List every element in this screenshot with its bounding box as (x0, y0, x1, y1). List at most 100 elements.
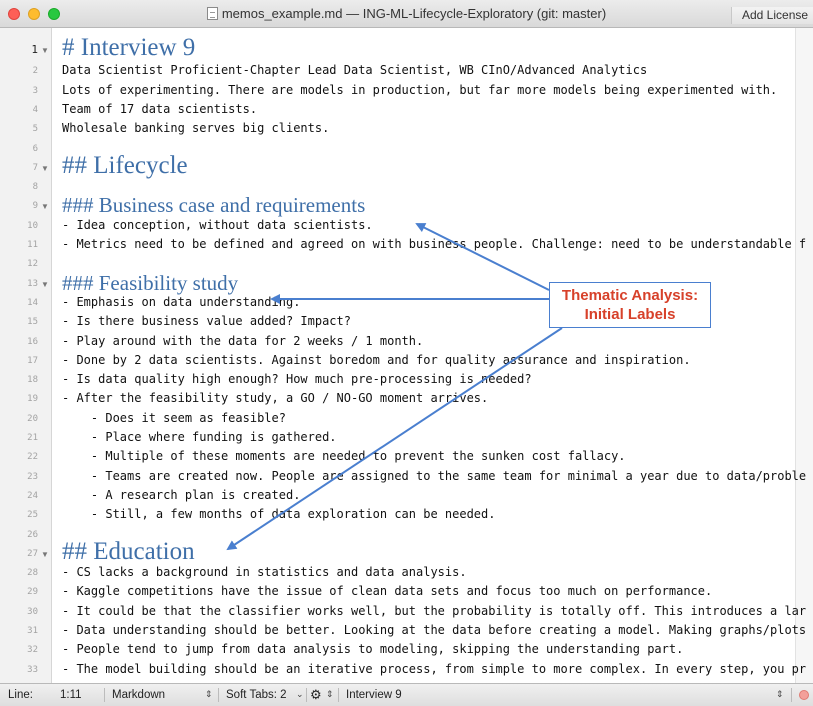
editor-line[interactable]: 17▼- Done by 2 data scientists. Against … (0, 351, 813, 370)
editor-line[interactable]: 5▼Wholesale banking serves big clients. (0, 119, 813, 138)
line-number: 13 (27, 278, 38, 289)
editor-area[interactable]: 1▼# Interview 92▼Data Scientist Proficie… (0, 28, 813, 683)
fold-toggle-icon[interactable]: ▼ (41, 46, 49, 55)
symbol-selector[interactable]: Interview 9 (346, 689, 402, 701)
line-text: ## Education (62, 537, 195, 565)
editor-line[interactable]: 24▼ - A research plan is created. (0, 486, 813, 505)
separator (218, 688, 219, 702)
line-text: - Data understanding should be better. L… (62, 623, 807, 637)
window-title: memos_example.md — ING-ML-Lifecycle-Expl… (221, 6, 607, 21)
line-number: 20 (27, 413, 38, 424)
window-titlebar: memos_example.md — ING-ML-Lifecycle-Expl… (0, 0, 813, 28)
line-number: 21 (27, 433, 38, 443)
line-number: 4 (32, 104, 38, 115)
line-number: 22 (27, 452, 38, 463)
gear-icon[interactable]: ⚙ (310, 687, 322, 703)
line-number: 2 (32, 66, 38, 77)
line-number: 26 (27, 529, 38, 540)
line-text: Lots of experimenting. There are models … (62, 82, 778, 97)
separator (791, 688, 792, 702)
line-text: - Teams are created now. People are assi… (62, 468, 807, 483)
line-number: 28 (27, 568, 38, 579)
macro-record-icon[interactable] (799, 690, 809, 700)
chevron-updown-icon[interactable]: ⇕ (326, 689, 334, 700)
editor-line[interactable]: 22▼ - Multiple of these moments are need… (0, 447, 813, 466)
line-text: - Is data quality high enough? How much … (62, 372, 532, 387)
line-text: - Emphasis on data understanding. (62, 294, 301, 309)
editor-line[interactable]: 2▼Data Scientist Proficient-Chapter Lead… (0, 61, 813, 80)
editor-line[interactable]: 19▼- After the feasibility study, a GO /… (0, 389, 813, 408)
line-number: 9 (32, 201, 38, 212)
line-number: 10 (27, 220, 38, 231)
line-number: 25 (27, 510, 38, 521)
line-number: 7 (32, 162, 38, 173)
chevron-updown-icon[interactable]: ⇕ (205, 689, 213, 700)
fold-toggle-icon[interactable]: ▼ (41, 164, 49, 173)
chevron-updown-icon[interactable]: ⇕ (776, 689, 784, 700)
editor-line[interactable]: 29▼- Kaggle competitions have the issue … (0, 582, 813, 601)
editor-line[interactable]: 16▼- Play around with the data for 2 wee… (0, 332, 813, 351)
line-text: - After the feasibility study, a GO / NO… (62, 391, 489, 406)
line-number: 23 (27, 471, 38, 482)
editor-line[interactable]: 25▼ - Still, a few months of data explor… (0, 505, 813, 524)
soft-tabs-label: Soft Tabs: (226, 689, 277, 701)
callout-line-1: Thematic Analysis: (561, 287, 699, 304)
status-bar: Line: 1:11 Markdown ⇕ Soft Tabs: 2 ⌄ ⚙ ⇕… (0, 683, 813, 706)
line-text: - Play around with the data for 2 weeks … (62, 333, 424, 348)
editor-line[interactable]: 21▼ - Place where funding is gathered. (0, 428, 813, 447)
line-text: - Multiple of these moments are needed t… (62, 449, 626, 464)
editor-line[interactable]: 23▼ - Teams are created now. People are … (0, 467, 813, 486)
line-number: 5 (32, 124, 38, 135)
line-number: 17 (27, 355, 38, 366)
line-number: 3 (32, 85, 38, 96)
editor-line[interactable]: 28▼- CS lacks a background in statistics… (0, 563, 813, 582)
editor-line[interactable]: 33▼- The model building should be an ite… (0, 660, 813, 679)
chevron-down-icon[interactable]: ⌄ (296, 689, 304, 700)
line-number: 12 (27, 259, 38, 270)
editor-line[interactable]: 3▼Lots of experimenting. There are model… (0, 81, 813, 100)
window-title-area: memos_example.md — ING-ML-Lifecycle-Expl… (0, 6, 813, 21)
line-number: 31 (27, 626, 38, 636)
editor-line[interactable]: 11▼- Metrics need to be defined and agre… (0, 235, 813, 254)
separator (338, 688, 339, 702)
editor-line[interactable]: 31▼- Data understanding should be better… (0, 621, 813, 640)
line-number: 1 (31, 43, 38, 56)
editor-line[interactable]: 32▼- People tend to jump from data analy… (0, 640, 813, 659)
thematic-analysis-callout: Thematic Analysis: Initial Labels (549, 282, 711, 328)
line-number: 32 (27, 645, 38, 656)
heading-line[interactable]: 27 ▼ ## Education (0, 538, 813, 565)
line-text: - A research plan is created. (62, 487, 301, 502)
heading-line[interactable]: 7 ▼ ## Lifecycle (0, 152, 813, 179)
separator (104, 688, 105, 702)
heading-line[interactable]: 9 ▼ ### Business case and requirements (0, 193, 813, 217)
line-text: - It could be that the classifier works … (62, 603, 807, 618)
add-license-button[interactable]: Add License (731, 7, 813, 24)
heading-line[interactable]: 1 ▼ # Interview 9 (0, 34, 813, 61)
line-text: Team of 17 data scientists. (62, 101, 258, 116)
editor-line[interactable]: 18▼- Is data quality high enough? How mu… (0, 370, 813, 389)
line-text: Data Scientist Proficient-Chapter Lead D… (62, 63, 648, 78)
line-text: ## Lifecycle (62, 151, 188, 179)
line-text: - Idea conception, without data scientis… (62, 217, 373, 232)
editor-line[interactable]: 4▼Team of 17 data scientists. (0, 100, 813, 119)
callout-line-2: Initial Labels (584, 306, 676, 323)
fold-toggle-icon[interactable]: ▼ (41, 280, 49, 289)
line-number: 8 (32, 182, 38, 193)
line-text: Wholesale banking serves big clients. (62, 121, 330, 136)
line-number: 16 (27, 336, 38, 347)
editor-line[interactable]: 30▼- It could be that the classifier wor… (0, 602, 813, 621)
line-number: 24 (27, 490, 38, 501)
cursor-position[interactable]: 1:11 (60, 689, 82, 701)
fold-toggle-icon[interactable]: ▼ (41, 202, 49, 211)
line-text: - Is there business value added? Impact? (62, 314, 351, 329)
line-number: 27 (27, 548, 38, 559)
editor-line[interactable]: 20▼ - Does it seem as feasible? (0, 409, 813, 428)
language-selector[interactable]: Markdown (112, 689, 165, 701)
soft-tabs-selector[interactable]: Soft Tabs: 2 (226, 689, 287, 701)
line-text: - Place where funding is gathered. (62, 430, 337, 444)
line-number: 11 (27, 240, 38, 250)
editor-line[interactable]: 10▼- Idea conception, without data scien… (0, 216, 813, 235)
fold-toggle-icon[interactable]: ▼ (41, 550, 49, 559)
line-text: - Still, a few months of data exploratio… (62, 507, 496, 522)
line-number: 29 (27, 587, 38, 598)
